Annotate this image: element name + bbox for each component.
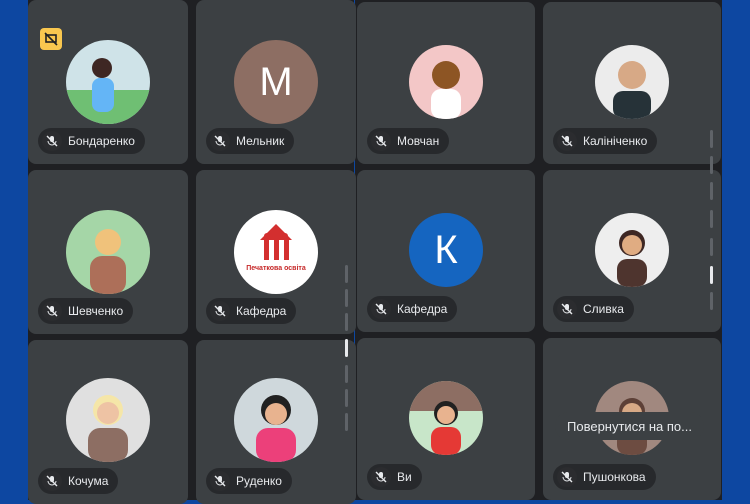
participant-name: Сливка bbox=[583, 302, 624, 316]
mic-off-icon bbox=[371, 299, 391, 319]
participant-name: Мовчан bbox=[397, 134, 440, 148]
avatar bbox=[409, 45, 483, 119]
participant-tile-11[interactable]: Ви bbox=[357, 338, 535, 500]
participant-tile-3[interactable]: Мовчан bbox=[357, 2, 535, 164]
scroll-segment bbox=[710, 182, 713, 200]
scroll-segment bbox=[710, 210, 713, 228]
scroll-thumb[interactable] bbox=[710, 266, 713, 284]
participant-name: Кафедра bbox=[236, 304, 287, 318]
participant-name: Пушонкова bbox=[583, 470, 646, 484]
participant-tile-8[interactable]: Сливка bbox=[543, 170, 721, 332]
participant-tile-4[interactable]: Калініченко bbox=[543, 2, 721, 164]
avatar bbox=[234, 378, 318, 462]
mic-off-icon bbox=[371, 467, 391, 487]
mic-off-icon bbox=[371, 131, 391, 151]
participant-name-chip: Мовчан bbox=[367, 128, 450, 154]
participant-name-chip: Шевченко bbox=[38, 298, 134, 324]
participant-tile-10[interactable]: Руденко bbox=[196, 340, 356, 504]
participant-name: Мельник bbox=[236, 134, 285, 148]
mic-off-icon bbox=[210, 471, 230, 491]
scroll-segment bbox=[345, 289, 348, 307]
mic-off-icon bbox=[557, 299, 577, 319]
participant-tile-2[interactable]: М Мельник bbox=[196, 0, 356, 164]
presenting-badge-icon bbox=[40, 28, 62, 50]
scroll-segment bbox=[345, 265, 348, 283]
participant-tile-1[interactable]: Бондаренко bbox=[28, 0, 188, 164]
mic-off-icon bbox=[42, 301, 62, 321]
scroll-segment bbox=[710, 156, 713, 174]
left-scrollbar[interactable] bbox=[345, 265, 348, 435]
scroll-segment bbox=[345, 365, 348, 383]
avatar bbox=[66, 210, 150, 294]
meeting-stage: Бондаренко М Мельник Мовчан Калініченко bbox=[0, 0, 750, 504]
participant-tile-7[interactable]: К Кафедра bbox=[357, 170, 535, 332]
participant-name-chip: Мельник bbox=[206, 128, 295, 154]
participant-name-chip: Руденко bbox=[206, 468, 292, 494]
participant-name: Кочума bbox=[68, 474, 109, 488]
avatar bbox=[66, 40, 150, 124]
avatar: К bbox=[409, 213, 483, 287]
avatar-initial: М bbox=[259, 59, 293, 104]
mic-off-icon bbox=[210, 301, 230, 321]
avatar bbox=[595, 213, 669, 287]
participant-name: Шевченко bbox=[68, 304, 124, 318]
participant-name-chip: Пушонкова bbox=[553, 464, 656, 490]
scroll-segment bbox=[345, 389, 348, 407]
participant-name-chip: Кафедра bbox=[206, 298, 297, 324]
return-tooltip[interactable]: Повернутися на по... bbox=[555, 412, 704, 440]
participant-tile-6[interactable]: Печаткова освіта Кафедра bbox=[196, 170, 356, 334]
participant-name-chip: Ви bbox=[367, 464, 422, 490]
scroll-segment bbox=[345, 313, 348, 331]
scroll-segment bbox=[710, 292, 713, 310]
avatar-initial: К bbox=[434, 227, 458, 272]
scroll-segment bbox=[710, 238, 713, 256]
participant-name: Калініченко bbox=[583, 134, 648, 148]
right-scrollbar[interactable] bbox=[710, 130, 713, 320]
participant-tile-9[interactable]: Кочума bbox=[28, 340, 188, 504]
participant-name: Руденко bbox=[236, 474, 282, 488]
participant-name: Бондаренко bbox=[68, 134, 135, 148]
avatar bbox=[409, 381, 483, 455]
mic-off-icon bbox=[557, 467, 577, 487]
participant-name: Ви bbox=[397, 470, 412, 484]
participant-tile-5[interactable]: Шевченко bbox=[28, 170, 188, 334]
avatar bbox=[66, 378, 150, 462]
participant-name-chip: Сливка bbox=[553, 296, 634, 322]
mic-off-icon bbox=[42, 471, 62, 491]
mic-off-icon bbox=[42, 131, 62, 151]
avatar: Печаткова освіта bbox=[234, 210, 318, 294]
avatar bbox=[595, 45, 669, 119]
scroll-thumb[interactable] bbox=[345, 339, 348, 357]
participant-name: Кафедра bbox=[397, 302, 448, 316]
scroll-segment bbox=[710, 130, 713, 148]
department-logo-icon bbox=[260, 224, 292, 260]
avatar: М bbox=[234, 40, 318, 124]
participant-name-chip: Кафедра bbox=[367, 296, 458, 322]
participant-name-chip: Бондаренко bbox=[38, 128, 145, 154]
participant-name-chip: Калініченко bbox=[553, 128, 658, 154]
scroll-segment bbox=[345, 413, 348, 431]
participant-name-chip: Кочума bbox=[38, 468, 119, 494]
mic-off-icon bbox=[210, 131, 230, 151]
logo-caption: Печаткова освіта bbox=[246, 265, 306, 272]
mic-off-icon bbox=[557, 131, 577, 151]
